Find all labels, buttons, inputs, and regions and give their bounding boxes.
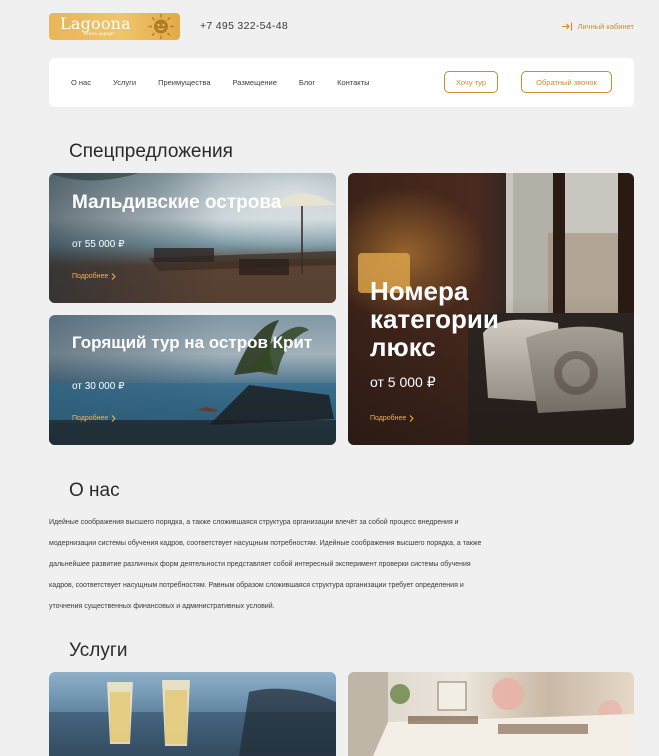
nav-item-blog[interactable]: Блог <box>299 78 315 87</box>
login-arrow-icon <box>561 22 572 31</box>
specials-section-title: Спецпредложения <box>69 141 233 162</box>
nav-links: О нас Услуги Преимущества Размещение Бло… <box>71 58 392 107</box>
offer-card-maldives[interactable]: Мальдивские острова от 55 000 ₽ Подробне… <box>49 173 336 303</box>
sun-emblem-icon <box>148 14 174 39</box>
personal-cabinet-link[interactable]: Личный кабинет <box>561 22 634 31</box>
phone-number[interactable]: +7 495 322-54-48 <box>200 20 288 32</box>
about-paragraph: Идейные соображения высшего порядка, а т… <box>49 519 482 610</box>
about-section-title: О нас <box>69 480 120 501</box>
nav-item-services[interactable]: Услуги <box>113 78 136 87</box>
more-label: Подробнее <box>72 415 109 422</box>
champagne-photo <box>49 680 336 756</box>
nav-item-contacts[interactable]: Контакты <box>337 78 369 87</box>
logo-tagline: отель-курорт <box>84 31 115 36</box>
offer-more-link[interactable]: Подробнее <box>72 415 117 422</box>
want-tour-button[interactable]: Хочу тур <box>444 71 498 93</box>
offer-price: от 55 000 ₽ <box>72 239 125 250</box>
chevron-right-icon <box>409 415 415 422</box>
more-label: Подробнее <box>370 415 407 422</box>
offer-title: Горящий тур на остров Крит <box>72 333 313 352</box>
service-card-champagne[interactable] <box>49 672 336 756</box>
nav-item-advantages[interactable]: Преимущества <box>158 78 210 87</box>
main-navigation: О нас Услуги Преимущества Размещение Бло… <box>49 58 634 107</box>
nav-item-about[interactable]: О нас <box>71 78 91 87</box>
offer-price: от 30 000 ₽ <box>72 381 125 392</box>
offer-more-link[interactable]: Подробнее <box>370 415 415 422</box>
offer-price: от 5 000 ₽ <box>370 374 436 390</box>
services-section-title: Услуги <box>69 640 128 661</box>
chevron-right-icon <box>111 273 117 280</box>
more-label: Подробнее <box>72 273 109 280</box>
nav-item-accommodation[interactable]: Размещение <box>233 78 277 87</box>
service-card-restaurant[interactable] <box>348 672 634 756</box>
restaurant-photo <box>348 672 634 756</box>
callback-button[interactable]: Обратный звонок <box>521 71 612 93</box>
logo[interactable]: Lagoona отель-курорт <box>49 13 180 40</box>
offer-card-luxury-rooms[interactable]: Номера категории люкс от 5 000 ₽ Подробн… <box>348 173 634 445</box>
offer-title: Номера категории люкс <box>370 276 499 363</box>
offer-more-link[interactable]: Подробнее <box>72 273 117 280</box>
personal-cabinet-label: Личный кабинет <box>577 22 634 31</box>
chevron-right-icon <box>111 415 117 422</box>
offer-card-crete[interactable]: Горящий тур на остров Крит от 30 000 ₽ П… <box>49 315 336 445</box>
offer-title: Мальдивские острова <box>72 192 282 213</box>
